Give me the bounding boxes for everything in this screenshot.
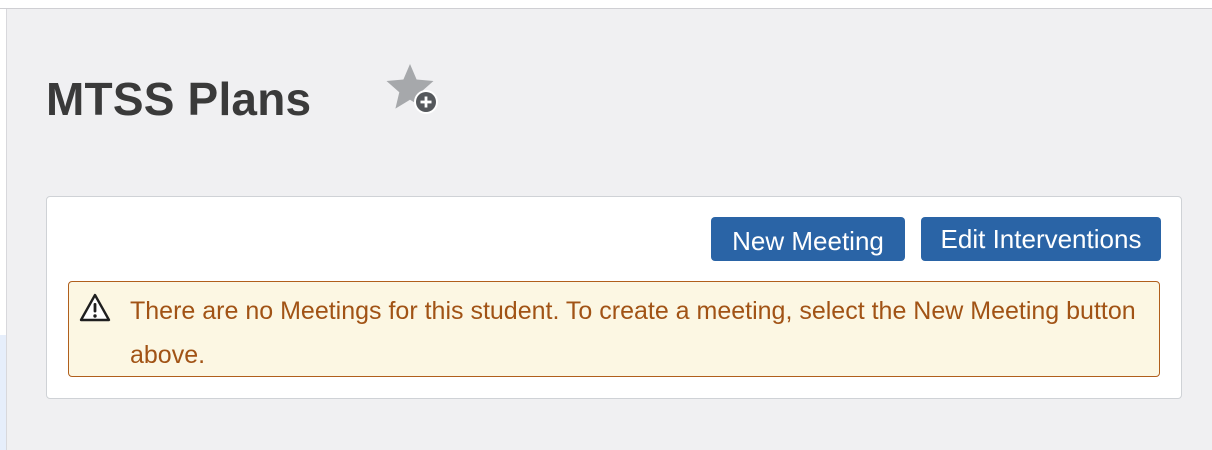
meetings-panel: New Meeting Edit Interventions There are…: [46, 196, 1182, 399]
no-meetings-alert: There are no Meetings for this student. …: [68, 281, 1160, 377]
add-to-favorites-button[interactable]: [384, 62, 444, 118]
edit-interventions-button[interactable]: Edit Interventions: [921, 217, 1161, 261]
star-add-icon: [384, 62, 444, 118]
alert-message: There are no Meetings for this student. …: [130, 297, 1136, 369]
top-border: [0, 0, 1212, 9]
warning-icon: [79, 292, 111, 324]
left-rail-selection: [0, 335, 6, 450]
page-title: MTSS Plans: [46, 73, 312, 125]
new-meeting-button[interactable]: New Meeting: [711, 217, 905, 261]
